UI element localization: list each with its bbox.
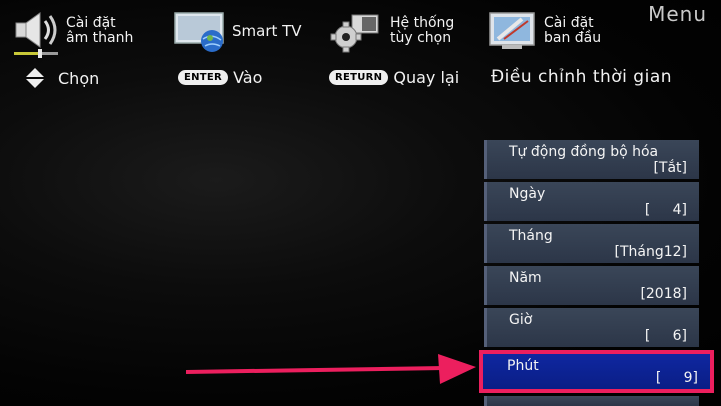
tab-initial-setup[interactable]: Cài đặt ban đầu	[488, 6, 601, 56]
setting-name: Giờ	[509, 312, 533, 328]
setting-year[interactable]: Năm [2018]	[484, 266, 699, 305]
page-title: Điều chỉnh thời gian	[491, 67, 673, 87]
setting-minute[interactable]: Phút [ 9]	[479, 350, 714, 393]
setting-name: Tự động đồng bộ hóa	[509, 144, 659, 160]
setting-name: Ngày	[509, 186, 546, 202]
hint-enter: ENTER Vào	[178, 68, 262, 87]
tab-label: Cài đặt âm thanh	[66, 15, 134, 46]
speaker-icon	[10, 9, 62, 53]
tab-label: Cài đặt ban đầu	[544, 15, 602, 46]
hint-return-label: Quay lại	[393, 68, 460, 87]
setting-value: [Tháng12]	[614, 244, 687, 260]
hint-select: Chọn	[0, 68, 99, 88]
tab-sound-settings[interactable]: Cài đặt âm thanh	[10, 6, 133, 56]
menu-title: Menu	[648, 2, 707, 26]
enter-key-badge: ENTER	[178, 70, 229, 85]
return-key-badge: RETURN	[329, 70, 389, 85]
setting-auto-sync[interactable]: Tự động đồng bộ hóa [Tắt]	[484, 140, 699, 179]
setting-name: Tháng	[509, 228, 553, 244]
top-menu-bar: Cài đặt âm thanh Smart TV Hệ thống tùy c…	[0, 0, 721, 62]
setting-value: [ 4]	[644, 202, 687, 218]
setting-month[interactable]: Tháng [Tháng12]	[484, 224, 699, 263]
tab-label: Smart TV	[232, 21, 302, 40]
system-options-icon	[330, 9, 386, 53]
hint-return: RETURN Quay lại	[329, 68, 459, 87]
setting-value: [ 9]	[655, 370, 698, 386]
hint-bar: Chọn ENTER Vào RETURN Quay lại Điều chỉn…	[0, 62, 721, 92]
initial-setup-icon	[488, 9, 540, 53]
pointer-arrow-icon	[186, 354, 476, 384]
setting-value: [ 6]	[644, 328, 687, 344]
smart-tv-icon	[174, 9, 228, 53]
volume-indicator	[14, 49, 58, 58]
setting-name: Năm	[509, 270, 542, 286]
list-item-partial	[484, 396, 699, 406]
setting-value: [Tắt]	[653, 160, 687, 176]
setting-name: Phút	[507, 358, 539, 374]
up-down-arrow-icon	[26, 68, 44, 88]
hint-enter-label: Vào	[233, 68, 263, 87]
tab-system-options[interactable]: Hệ thống tùy chọn	[330, 6, 454, 56]
setting-day[interactable]: Ngày [ 4]	[484, 182, 699, 221]
tab-label: Hệ thống tùy chọn	[390, 15, 455, 46]
settings-list: Tự động đồng bộ hóa [Tắt] Ngày [ 4] Thán…	[479, 140, 721, 406]
setting-hour[interactable]: Giờ [ 6]	[484, 308, 699, 347]
tab-smart-tv[interactable]: Smart TV	[174, 6, 302, 56]
setting-value: [2018]	[640, 286, 687, 302]
hint-select-label: Chọn	[58, 68, 100, 88]
